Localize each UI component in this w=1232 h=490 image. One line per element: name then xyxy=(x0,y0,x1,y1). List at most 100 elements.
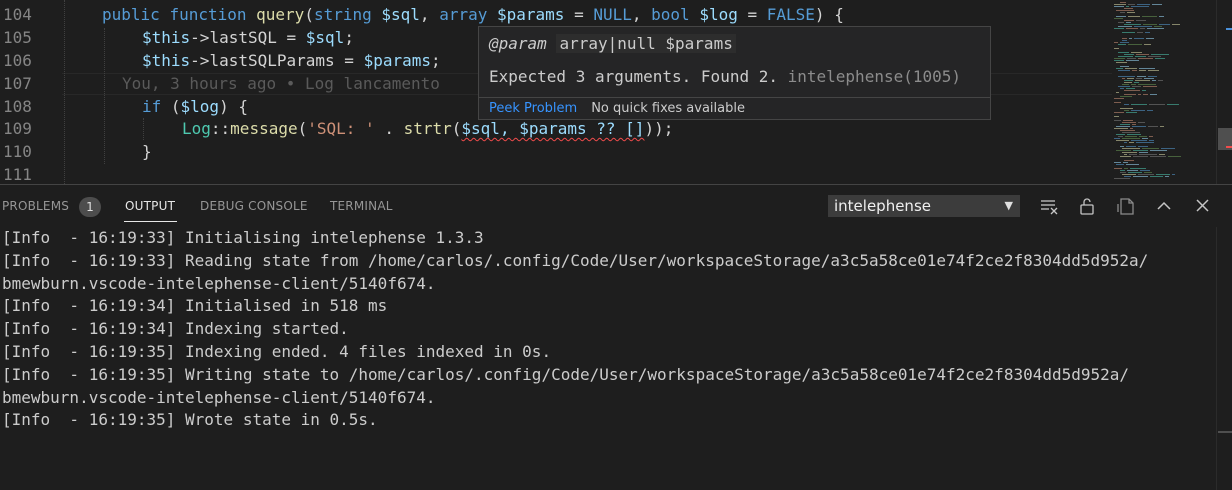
minimap-stroke xyxy=(1122,152,1137,153)
minimap-stroke xyxy=(1124,104,1129,105)
minimap-stroke xyxy=(1122,122,1136,123)
minimap-stroke xyxy=(1139,70,1146,71)
output-scrollbar-thumb[interactable] xyxy=(1218,431,1232,433)
minimap-stroke xyxy=(1131,6,1149,7)
code-line-106: $this->lastSQLParams = $params; xyxy=(142,51,441,70)
minimap-stroke xyxy=(1152,80,1156,81)
minimap-stroke xyxy=(1167,104,1179,105)
minimap-stroke xyxy=(1149,136,1153,137)
minimap-stroke xyxy=(1144,44,1151,45)
minimap-stroke xyxy=(1124,90,1140,91)
code-line-104: public function query(string $sql, array… xyxy=(102,5,844,24)
minimap[interactable] xyxy=(1112,0,1216,184)
minimap-stroke xyxy=(1139,68,1155,69)
minimap-stroke xyxy=(1124,160,1134,161)
minimap-stroke xyxy=(1118,44,1126,45)
minimap-stroke xyxy=(1114,4,1126,5)
bottom-panel: PROBLEMS 1 OUTPUT DEBUG CONSOLE TERMINAL… xyxy=(0,184,1232,490)
minimap-stroke xyxy=(1126,28,1138,29)
minimap-stroke xyxy=(1122,132,1140,133)
minimap-stroke xyxy=(1118,76,1135,77)
minimap-stroke xyxy=(1128,4,1135,5)
hover-divider xyxy=(479,97,990,98)
tab-problems[interactable]: PROBLEMS xyxy=(2,198,69,214)
minimap-stroke xyxy=(1134,82,1139,83)
minimap-stroke xyxy=(1114,112,1124,113)
tab-terminal[interactable]: TERMINAL xyxy=(330,198,393,214)
minimap-stroke xyxy=(1148,76,1157,77)
minimap-stroke xyxy=(1126,146,1136,147)
code-line-105: $this->lastSQL = $sql; xyxy=(142,28,354,47)
active-tab-indicator xyxy=(124,221,177,222)
minimap-stroke xyxy=(1114,48,1119,49)
clear-output-icon[interactable] xyxy=(1038,195,1060,217)
minimap-stroke xyxy=(1126,6,1129,7)
minimap-stroke xyxy=(1123,120,1133,121)
open-log-file-icon[interactable] xyxy=(1115,195,1137,217)
panel-tabs: PROBLEMS 1 OUTPUT DEBUG CONSOLE TERMINAL xyxy=(0,185,800,225)
minimap-stroke xyxy=(1142,16,1157,17)
minimap-stroke xyxy=(1172,174,1175,175)
minimap-stroke xyxy=(1156,174,1170,175)
minimap-stroke xyxy=(1114,128,1128,129)
minimap-stroke xyxy=(1118,26,1132,27)
tab-output[interactable]: OUTPUT xyxy=(125,198,175,214)
maximize-panel-icon[interactable] xyxy=(1153,195,1175,217)
line-number: 108 xyxy=(3,97,32,116)
tab-debug-console[interactable]: DEBUG CONSOLE xyxy=(200,198,308,214)
log-line: bmewburn.vscode-intelephense-client/5140… xyxy=(2,273,436,293)
peek-problem-link[interactable]: Peek Problem xyxy=(489,101,577,116)
minimap-stroke xyxy=(1139,136,1147,137)
minimap-stroke xyxy=(1120,12,1125,13)
close-panel-icon[interactable] xyxy=(1192,195,1214,217)
problems-count-badge: 1 xyxy=(79,197,101,217)
minimap-stroke xyxy=(1132,124,1136,125)
minimap-stroke xyxy=(1122,84,1129,85)
error-squiggle[interactable]: $sql, $params ?? [] xyxy=(461,119,644,138)
output-scrollbar[interactable] xyxy=(1216,227,1232,490)
minimap-stroke xyxy=(1127,58,1136,59)
minimap-stroke xyxy=(1135,80,1150,81)
minimap-stroke xyxy=(1150,150,1167,151)
minimap-stroke xyxy=(1133,150,1148,151)
minimap-stroke xyxy=(1124,54,1134,55)
minimap-stroke xyxy=(1147,28,1164,29)
minimap-stroke xyxy=(1135,56,1146,57)
code-line-108: if ($log) { xyxy=(142,97,248,116)
minimap-stroke xyxy=(1161,148,1175,149)
minimap-stroke xyxy=(1114,60,1124,61)
minimap-stroke xyxy=(1165,176,1169,177)
minimap-stroke xyxy=(1133,176,1148,177)
minimap-stroke xyxy=(1114,102,1121,103)
minimap-stroke xyxy=(1131,84,1136,85)
minimap-stroke xyxy=(1129,154,1137,155)
minimap-stroke xyxy=(1124,80,1133,81)
minimap-stroke xyxy=(1116,62,1127,63)
lock-scroll-icon[interactable] xyxy=(1076,195,1098,217)
output-log[interactable]: [Info - 16:19:33] Initialising intelephe… xyxy=(0,227,1216,490)
minimap-stroke xyxy=(1120,146,1124,147)
minimap-stroke xyxy=(1131,110,1145,111)
minimap-stroke xyxy=(1127,134,1141,135)
minimap-stroke xyxy=(1120,88,1124,89)
minimap-stroke xyxy=(1126,88,1135,89)
minimap-stroke xyxy=(1114,178,1130,179)
minimap-stroke xyxy=(1123,162,1128,163)
minimap-stroke xyxy=(1139,152,1148,153)
minimap-stroke xyxy=(1159,154,1165,155)
indent-guide xyxy=(143,118,144,140)
output-channel-select[interactable]: intelephense ▼ xyxy=(828,195,1020,217)
indent-guide xyxy=(104,28,105,164)
minimap-stroke xyxy=(1137,32,1143,33)
minimap-stroke xyxy=(1120,170,1125,171)
minimap-stroke xyxy=(1136,54,1149,55)
minimap-stroke xyxy=(1139,154,1157,155)
minimap-stroke xyxy=(1124,82,1132,83)
minimap-stroke xyxy=(1114,162,1121,163)
minimap-stroke xyxy=(1118,136,1123,137)
minimap-stroke xyxy=(1133,156,1148,157)
minimap-stroke xyxy=(1137,76,1146,77)
minimap-stroke xyxy=(1116,92,1119,93)
param-tag: @param xyxy=(489,34,547,53)
minimap-stroke xyxy=(1126,22,1131,23)
